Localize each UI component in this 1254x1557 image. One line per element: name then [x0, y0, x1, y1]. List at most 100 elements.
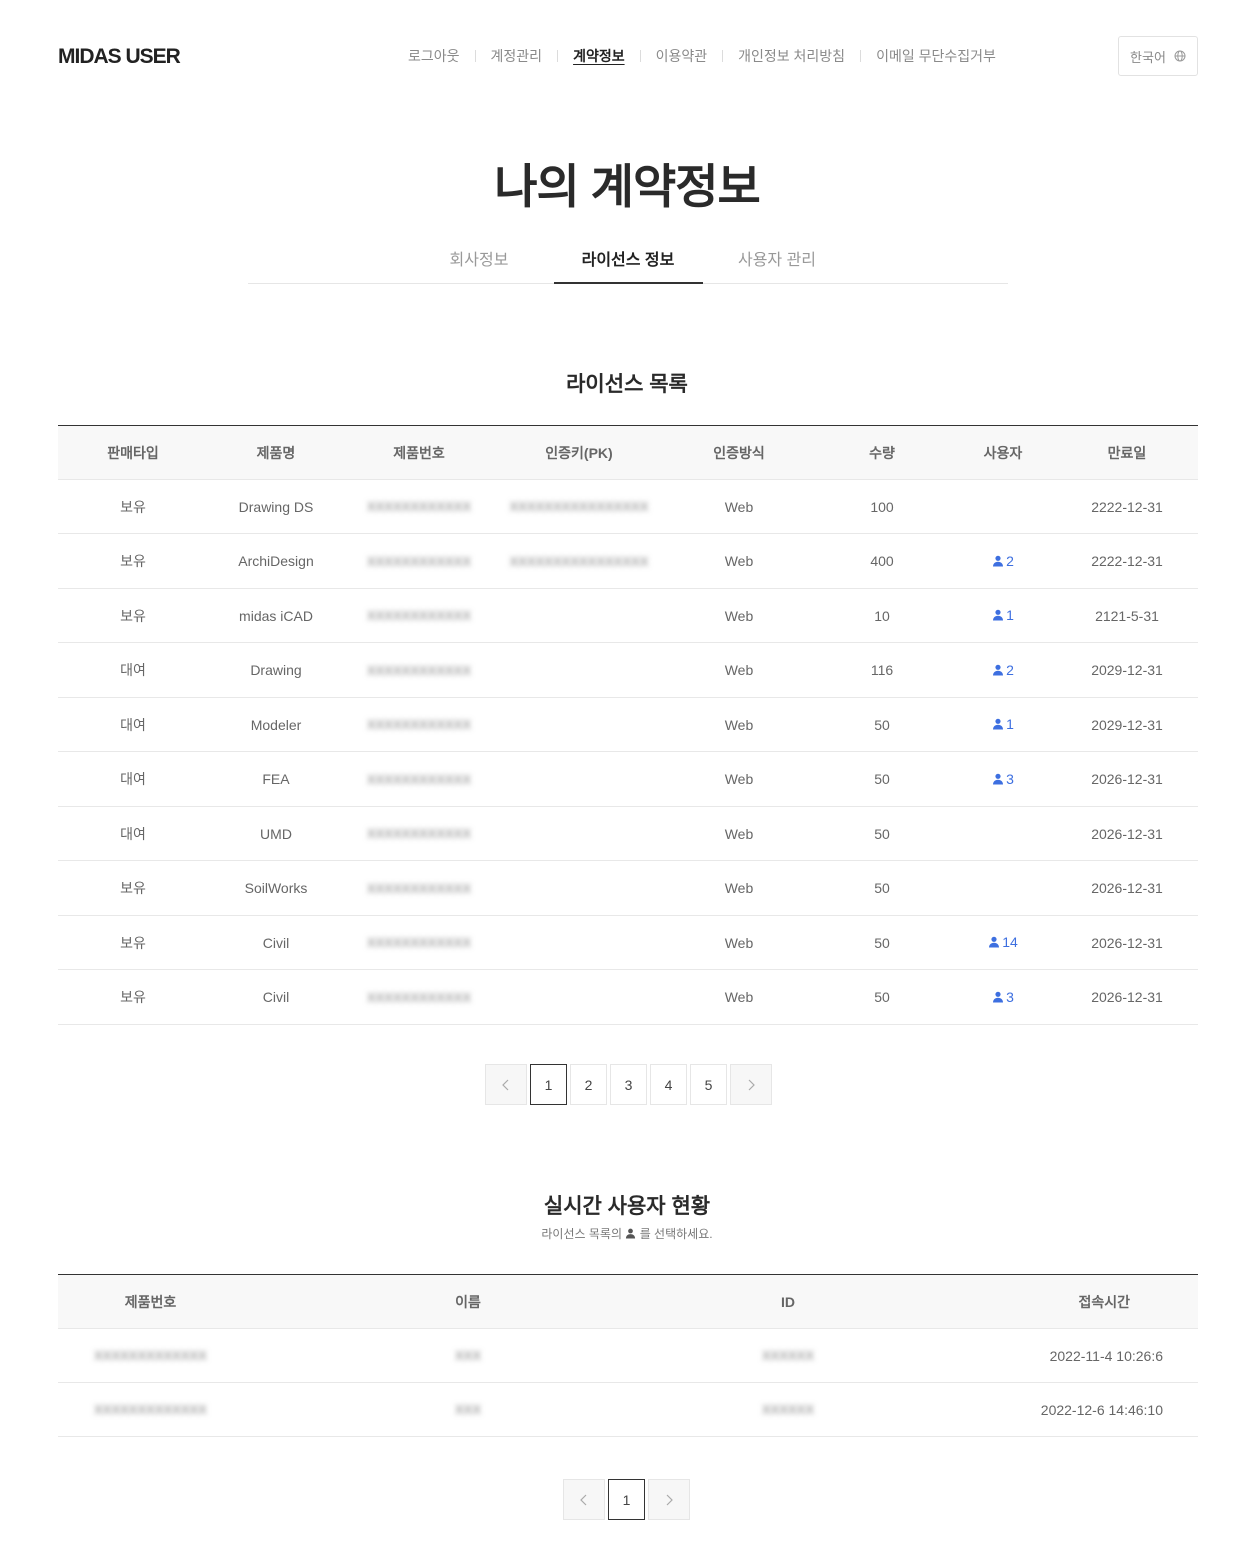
auth-method: Web	[724, 880, 754, 896]
nav-account[interactable]: 계정관리	[491, 46, 543, 66]
top-navigation: 로그아웃 계정관리 계약정보 이용약관 개인정보 처리방침 이메일 무단수집거부	[408, 46, 996, 66]
expiry-date: 2026-12-31	[1091, 934, 1163, 951]
realtime-pagination: 1	[563, 1479, 690, 1520]
quantity: 50	[874, 771, 890, 787]
quantity: 400	[870, 553, 894, 569]
license-table-header: 판매타입 제품명 제품번호 인증키(PK) 인증방식 수량 사용자 만료일	[58, 425, 1198, 480]
person-icon	[989, 936, 1000, 948]
quantity: 50	[874, 934, 890, 951]
user-id: XXXXXX	[761, 1402, 815, 1417]
product-key	[494, 589, 664, 643]
person-icon	[993, 609, 1004, 621]
product-key	[494, 970, 664, 1025]
license-row: 대여 Modeler XXXXXXXXXXXX Web 50 1 2029-12-31	[58, 698, 1198, 752]
license-row: 보유 ArchiDesign XXXXXXXXXXXX XXXXXXXXXXXXXXX…	[58, 534, 1198, 589]
product-key	[494, 752, 664, 807]
auth-method: Web	[724, 607, 754, 624]
column-header: 인증방식	[713, 444, 765, 461]
next-page-button[interactable]	[730, 1064, 772, 1105]
sale-type: 보유	[120, 989, 146, 1005]
user-count-link[interactable]: 1	[992, 716, 1014, 732]
user-count-link[interactable]: 2	[992, 553, 1014, 569]
nav-divider	[639, 50, 641, 62]
nav-email-refusal[interactable]: 이메일 무단수집거부	[876, 46, 996, 66]
realtime-table-header: 제품번호 이름 ID 접속시간	[58, 1274, 1198, 1329]
quantity: 100	[870, 498, 894, 515]
site-logo[interactable]: MIDAS USER	[58, 45, 181, 69]
user-count: 14	[1002, 934, 1018, 950]
page-button-5[interactable]: 5	[690, 1064, 727, 1105]
license-table: 판매타입 제품명 제품번호 인증키(PK) 인증방식 수량 사용자 만료일 보유…	[58, 425, 1198, 1025]
product-serial: XXXXXXXXXXXX	[366, 662, 472, 678]
prev-page-button[interactable]	[485, 1064, 527, 1105]
language-label: 한국어	[1130, 49, 1166, 65]
sale-type: 보유	[120, 498, 146, 515]
nav-divider	[722, 50, 724, 62]
user-count: 2	[1006, 552, 1014, 569]
tab-company-info[interactable]: 회사정보	[405, 232, 554, 284]
tab-user-management[interactable]: 사용자 관리	[703, 232, 852, 284]
page-button-4[interactable]: 4	[650, 1064, 687, 1105]
auth-method: Web	[724, 989, 754, 1005]
column-header: 이름	[455, 1293, 481, 1310]
nav-logout[interactable]: 로그아웃	[408, 46, 460, 66]
product-key: XXXXXXXXXXXXXXXX	[509, 499, 649, 514]
sale-type: 보유	[120, 553, 146, 569]
nav-divider	[474, 50, 476, 62]
auth-method: Web	[724, 716, 754, 733]
auth-method: Web	[724, 662, 754, 678]
product-name: UMD	[260, 825, 292, 842]
user-count-link[interactable]: 3	[992, 989, 1014, 1005]
chevron-left-icon	[502, 1079, 509, 1090]
column-header: ID	[781, 1293, 795, 1310]
users-cell: 3	[950, 752, 1056, 807]
user-name: XXX	[454, 1402, 481, 1417]
nav-contract[interactable]: 계약정보	[573, 46, 625, 66]
person-icon	[626, 1228, 636, 1239]
product-serial: XXXXXXXXXXXX	[366, 771, 472, 787]
license-row: 보유 midas iCAD XXXXXXXXXXXX Web 10 1 2121-5-31	[58, 589, 1198, 643]
sale-type: 보유	[120, 607, 146, 624]
realtime-users-table: 제품번호 이름 ID 접속시간 XXXXXXXXXXXXX XXX XXXXXX 20…	[58, 1274, 1198, 1437]
users-cell: 2	[950, 534, 1056, 589]
users-cell: 3	[950, 970, 1056, 1025]
page-button-3[interactable]: 3	[610, 1064, 647, 1105]
expiry-date: 2026-12-31	[1091, 825, 1163, 842]
page-title: 나의 계약정보	[494, 160, 761, 213]
tab-license-info[interactable]: 라이선스 정보	[553, 232, 703, 284]
prev-page-button[interactable]	[563, 1479, 605, 1520]
nav-privacy[interactable]: 개인정보 처리방침	[738, 46, 845, 66]
license-row: 보유 SoilWorks XXXXXXXXXXXX Web 50 2026-12-31	[58, 861, 1198, 916]
next-page-button[interactable]	[648, 1479, 690, 1520]
auth-method: Web	[724, 771, 754, 787]
globe-icon	[1174, 50, 1186, 62]
page-button-1[interactable]: 1	[608, 1479, 645, 1520]
quantity: 50	[874, 880, 890, 896]
user-count-link[interactable]: 14	[988, 934, 1018, 950]
user-count: 1	[1006, 716, 1014, 732]
contract-tabs: 회사정보 라이선스 정보 사용자 관리	[248, 232, 1008, 284]
sale-type: 보유	[120, 934, 146, 951]
product-name: Modeler	[250, 716, 302, 733]
user-count-link[interactable]: 2	[992, 662, 1014, 678]
chevron-left-icon	[580, 1494, 587, 1505]
quantity: 50	[874, 825, 890, 842]
product-key: XXXXXXXXXXXXXXXX	[509, 553, 649, 569]
page-button-2[interactable]: 2	[570, 1064, 607, 1105]
product-serial: XXXXXXXXXXXX	[366, 826, 472, 841]
users-cell: 2	[950, 643, 1056, 698]
nav-terms[interactable]: 이용약관	[656, 46, 708, 66]
language-select[interactable]: 한국어	[1118, 36, 1198, 76]
expiry-date: 2029-12-31	[1091, 716, 1163, 733]
user-count-link[interactable]: 1	[992, 607, 1014, 623]
quantity: 10	[874, 607, 890, 624]
product-name: Civil	[262, 989, 290, 1005]
sale-type: 대여	[120, 662, 146, 678]
page-button-1[interactable]: 1	[530, 1064, 567, 1105]
expiry-date: 2026-12-31	[1091, 880, 1163, 896]
column-header: 제품번호	[124, 1293, 177, 1310]
product-name: Civil	[262, 934, 290, 951]
realtime-section-subtitle: 라이선스 목록의 를 선택하세요.	[0, 1225, 1254, 1242]
user-count-link[interactable]: 3	[992, 771, 1014, 787]
user-count: 3	[1006, 770, 1014, 787]
